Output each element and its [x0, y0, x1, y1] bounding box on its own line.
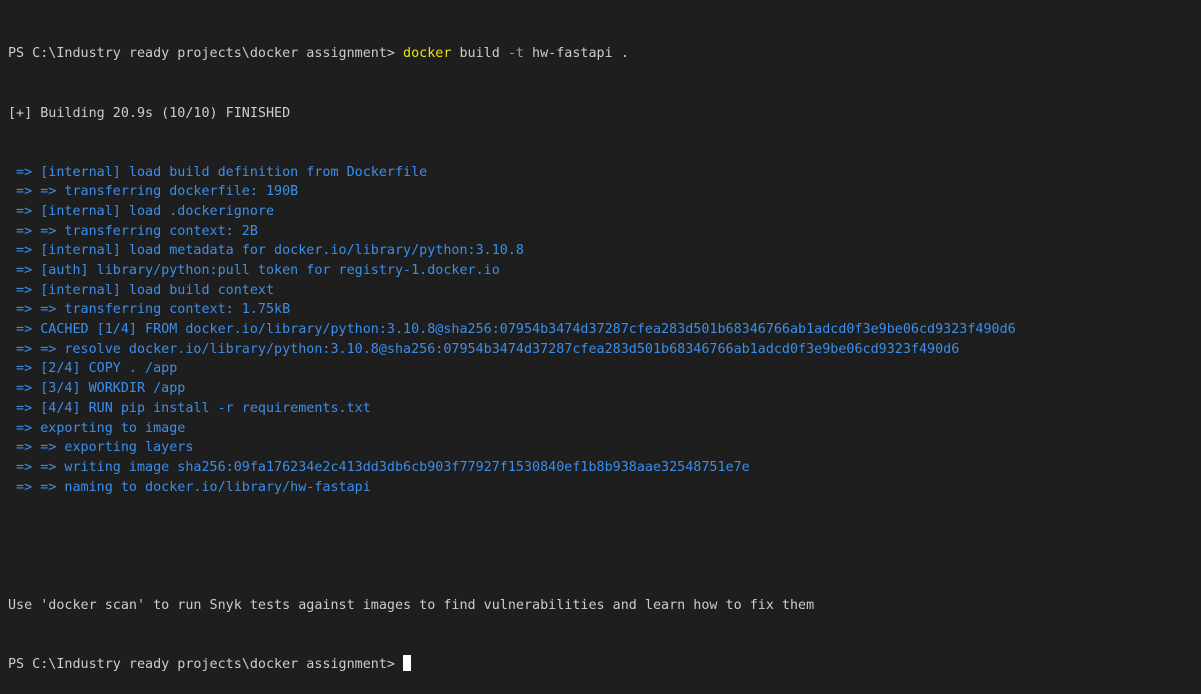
build-log-line: => => transferring dockerfile: 190B	[8, 184, 299, 200]
build-log: => [internal] load build definition from…	[8, 163, 1201, 498]
build-log-line: => => naming to docker.io/library/hw-fas…	[8, 479, 371, 495]
build-log-line: => [4/4] RUN pip install -r requirements…	[8, 400, 371, 416]
prompt-path-final: PS C:\Industry ready projects\docker ass…	[8, 656, 395, 672]
command-subcommand: build	[459, 46, 500, 62]
build-log-line: => => transferring context: 2B	[8, 223, 258, 239]
build-log-line: => exporting to image	[8, 420, 186, 436]
command-line: PS C:\Industry ready projects\docker ass…	[8, 44, 1201, 64]
build-log-line: => => transferring context: 1.75kB	[8, 302, 291, 318]
build-log-line: => [internal] load build context	[8, 282, 275, 298]
build-status-line: [+] Building 20.9s (10/10) FINISHED	[8, 105, 291, 121]
terminal-output[interactable]: PS C:\Industry ready projects\docker ass…	[0, 0, 1201, 672]
build-log-line: => [2/4] COPY . /app	[8, 361, 178, 377]
scan-hint-line: Use 'docker scan' to run Snyk tests agai…	[8, 597, 815, 613]
build-log-line: => [3/4] WORKDIR /app	[8, 381, 186, 397]
build-log-line: => CACHED [1/4] FROM docker.io/library/p…	[8, 322, 1016, 338]
command-flag: -t	[507, 46, 524, 62]
build-log-line: => => exporting layers	[8, 440, 194, 456]
command-program: docker	[403, 46, 452, 62]
final-prompt-line[interactable]: PS C:\Industry ready projects\docker ass…	[8, 654, 1201, 675]
build-log-line: => [auth] library/python:pull token for …	[8, 263, 500, 279]
command-tag: hw-fastapi	[532, 46, 613, 62]
build-log-line: => [internal] load .dockerignore	[8, 203, 275, 219]
build-log-line: => => writing image sha256:09fa176234e2c…	[8, 459, 750, 475]
build-log-line: => => resolve docker.io/library/python:3…	[8, 341, 960, 357]
text-cursor	[403, 654, 412, 671]
command-context: .	[620, 46, 629, 62]
build-log-line: => [internal] load build definition from…	[8, 164, 428, 180]
build-log-line: => [internal] load metadata for docker.i…	[8, 243, 524, 259]
prompt-path: PS C:\Industry ready projects\docker ass…	[8, 46, 395, 62]
